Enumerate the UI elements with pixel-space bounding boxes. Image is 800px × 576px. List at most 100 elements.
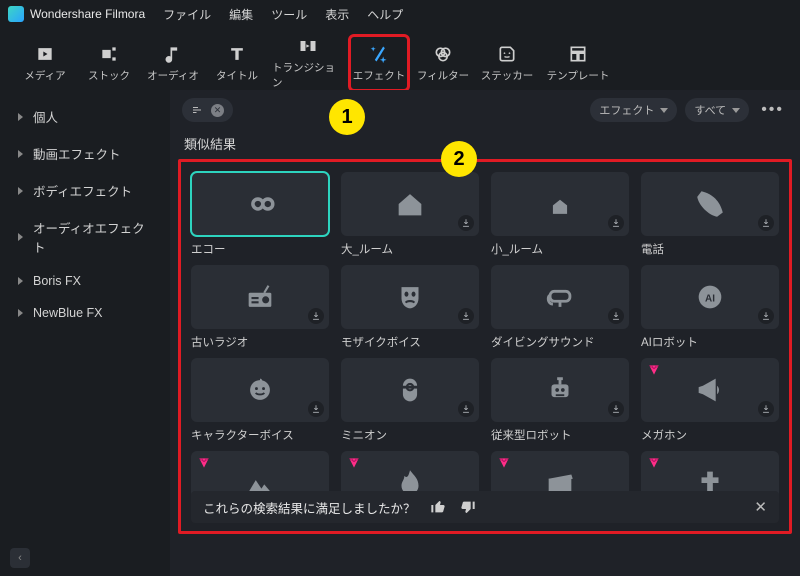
tool-media[interactable]: メディア — [16, 36, 74, 90]
transition-icon — [298, 36, 318, 56]
download-icon[interactable] — [458, 215, 474, 231]
sticker-icon — [497, 44, 517, 64]
effect-label: AIロボット — [641, 334, 779, 350]
effect-label: ダイビングサウンド — [491, 334, 629, 350]
results-grid-area: エコー大_ルーム小_ルーム電話古いラジオモザイクボイスダイビングサウンドAIAI… — [178, 159, 792, 534]
effect-cell: 電話 — [641, 172, 779, 257]
content-panel: ✕ エフェクト すべて ••• 類似結果 エコー大_ルーム小_ルーム電話古いラジ… — [170, 90, 800, 576]
effect-cell: 大_ルーム — [341, 172, 479, 257]
close-feedback-button[interactable]: ✕ — [754, 498, 767, 516]
effect-thumbnail[interactable] — [341, 172, 479, 236]
premium-diamond-icon — [647, 363, 661, 377]
download-icon[interactable] — [308, 308, 324, 324]
results-grid: エコー大_ルーム小_ルーム電話古いラジオモザイクボイスダイビングサウンドAIAI… — [191, 172, 779, 532]
download-icon[interactable] — [608, 308, 624, 324]
menu-file[interactable]: ファイル — [163, 6, 211, 23]
download-icon[interactable] — [308, 401, 324, 417]
sidebar-collapse-button[interactable]: ‹ — [10, 548, 30, 568]
effect-thumbnail[interactable] — [491, 265, 629, 329]
sliders-icon — [191, 104, 203, 116]
effect-label: エコー — [191, 241, 329, 257]
download-icon[interactable] — [758, 308, 774, 324]
media-icon — [35, 44, 55, 64]
sidebar-item-audio-fx[interactable]: オーディオエフェクト — [0, 209, 170, 265]
menu-view[interactable]: 表示 — [325, 6, 349, 23]
feedback-bar: これらの検索結果に満足しましたか？ ✕ — [191, 491, 779, 523]
sidebar-item-newbluefx[interactable]: NewBlue FX — [0, 297, 170, 329]
download-icon[interactable] — [758, 215, 774, 231]
effect-label: キャラクターボイス — [191, 427, 329, 443]
filter-effect-dropdown[interactable]: エフェクト — [590, 98, 677, 122]
thumbs-up-icon[interactable] — [430, 499, 446, 515]
menu-tool[interactable]: ツール — [271, 6, 307, 23]
sidebar-item-body-fx[interactable]: ボディエフェクト — [0, 172, 170, 209]
effect-thumbnail[interactable] — [341, 358, 479, 422]
tool-template[interactable]: テンプレート — [542, 36, 614, 90]
sidebar-item-video-fx[interactable]: 動画エフェクト — [0, 135, 170, 172]
effect-thumbnail[interactable] — [341, 265, 479, 329]
effect-cell: エコー — [191, 172, 329, 257]
filter-icon — [433, 44, 453, 64]
download-icon[interactable] — [608, 215, 624, 231]
effect-thumbnail[interactable] — [491, 358, 629, 422]
download-icon[interactable] — [758, 401, 774, 417]
section-title: 類似結果 — [170, 130, 800, 159]
premium-diamond-icon — [347, 456, 361, 470]
effect-label: モザイクボイス — [341, 334, 479, 350]
effect-thumbnail[interactable] — [191, 265, 329, 329]
app-logo: Wondershare Filmora — [8, 6, 145, 22]
effect-label: 従来型ロボット — [491, 427, 629, 443]
download-icon[interactable] — [608, 401, 624, 417]
effect-thumbnail[interactable] — [641, 358, 779, 422]
sidebar-item-borisfx[interactable]: Boris FX — [0, 265, 170, 297]
chevron-right-icon — [18, 309, 23, 317]
app-title: Wondershare Filmora — [30, 7, 145, 21]
menu-help[interactable]: ヘルプ — [367, 6, 403, 23]
effect-cell: モザイクボイス — [341, 265, 479, 350]
effect-label: 古いラジオ — [191, 334, 329, 350]
effect-icon — [369, 44, 389, 64]
thumbs-down-icon[interactable] — [460, 499, 476, 515]
premium-diamond-icon — [497, 456, 511, 470]
effect-thumbnail[interactable] — [191, 172, 329, 236]
chevron-right-icon — [18, 277, 23, 285]
tool-stock[interactable]: ストック — [80, 36, 138, 90]
tool-transition[interactable]: トランジション — [272, 36, 344, 90]
main-area: 個人 動画エフェクト ボディエフェクト オーディオエフェクト Boris FX … — [0, 90, 800, 576]
effect-label: 大_ルーム — [341, 241, 479, 257]
menu-edit[interactable]: 編集 — [229, 6, 253, 23]
premium-diamond-icon — [647, 456, 661, 470]
effect-thumbnail[interactable] — [641, 172, 779, 236]
content-toolbar: ✕ エフェクト すべて ••• — [170, 90, 800, 130]
svg-text:AI: AI — [705, 293, 715, 304]
filter-all-dropdown[interactable]: すべて — [685, 98, 749, 122]
title-icon — [227, 44, 247, 64]
tool-sticker[interactable]: ステッカー — [478, 36, 536, 90]
tool-audio[interactable]: オーディオ — [144, 36, 202, 90]
chevron-down-icon — [660, 108, 668, 113]
more-menu-button[interactable]: ••• — [757, 101, 788, 119]
chevron-right-icon — [18, 113, 23, 121]
chevron-right-icon — [18, 150, 23, 158]
tool-filter[interactable]: フィルター — [414, 36, 472, 90]
effect-cell: AI AIロボット — [641, 265, 779, 350]
effect-thumbnail[interactable] — [191, 358, 329, 422]
tool-title[interactable]: タイトル — [208, 36, 266, 90]
tool-effect[interactable]: エフェクト — [350, 36, 408, 90]
annotation-callout: 1 — [329, 99, 365, 135]
download-icon[interactable] — [458, 401, 474, 417]
feedback-text: これらの検索結果に満足しましたか？ — [203, 498, 416, 517]
effect-cell: 古いラジオ — [191, 265, 329, 350]
sidebar: 個人 動画エフェクト ボディエフェクト オーディオエフェクト Boris FX … — [0, 90, 170, 576]
chevron-down-icon — [732, 108, 740, 113]
clear-filter-pill[interactable]: ✕ — [182, 98, 233, 122]
effect-thumbnail[interactable] — [491, 172, 629, 236]
effect-label: メガホン — [641, 427, 779, 443]
close-icon: ✕ — [211, 104, 224, 117]
effect-label: 小_ルーム — [491, 241, 629, 257]
chevron-right-icon — [18, 233, 23, 241]
premium-diamond-icon — [197, 456, 211, 470]
effect-thumbnail[interactable]: AI — [641, 265, 779, 329]
sidebar-item-personal[interactable]: 個人 — [0, 98, 170, 135]
download-icon[interactable] — [458, 308, 474, 324]
